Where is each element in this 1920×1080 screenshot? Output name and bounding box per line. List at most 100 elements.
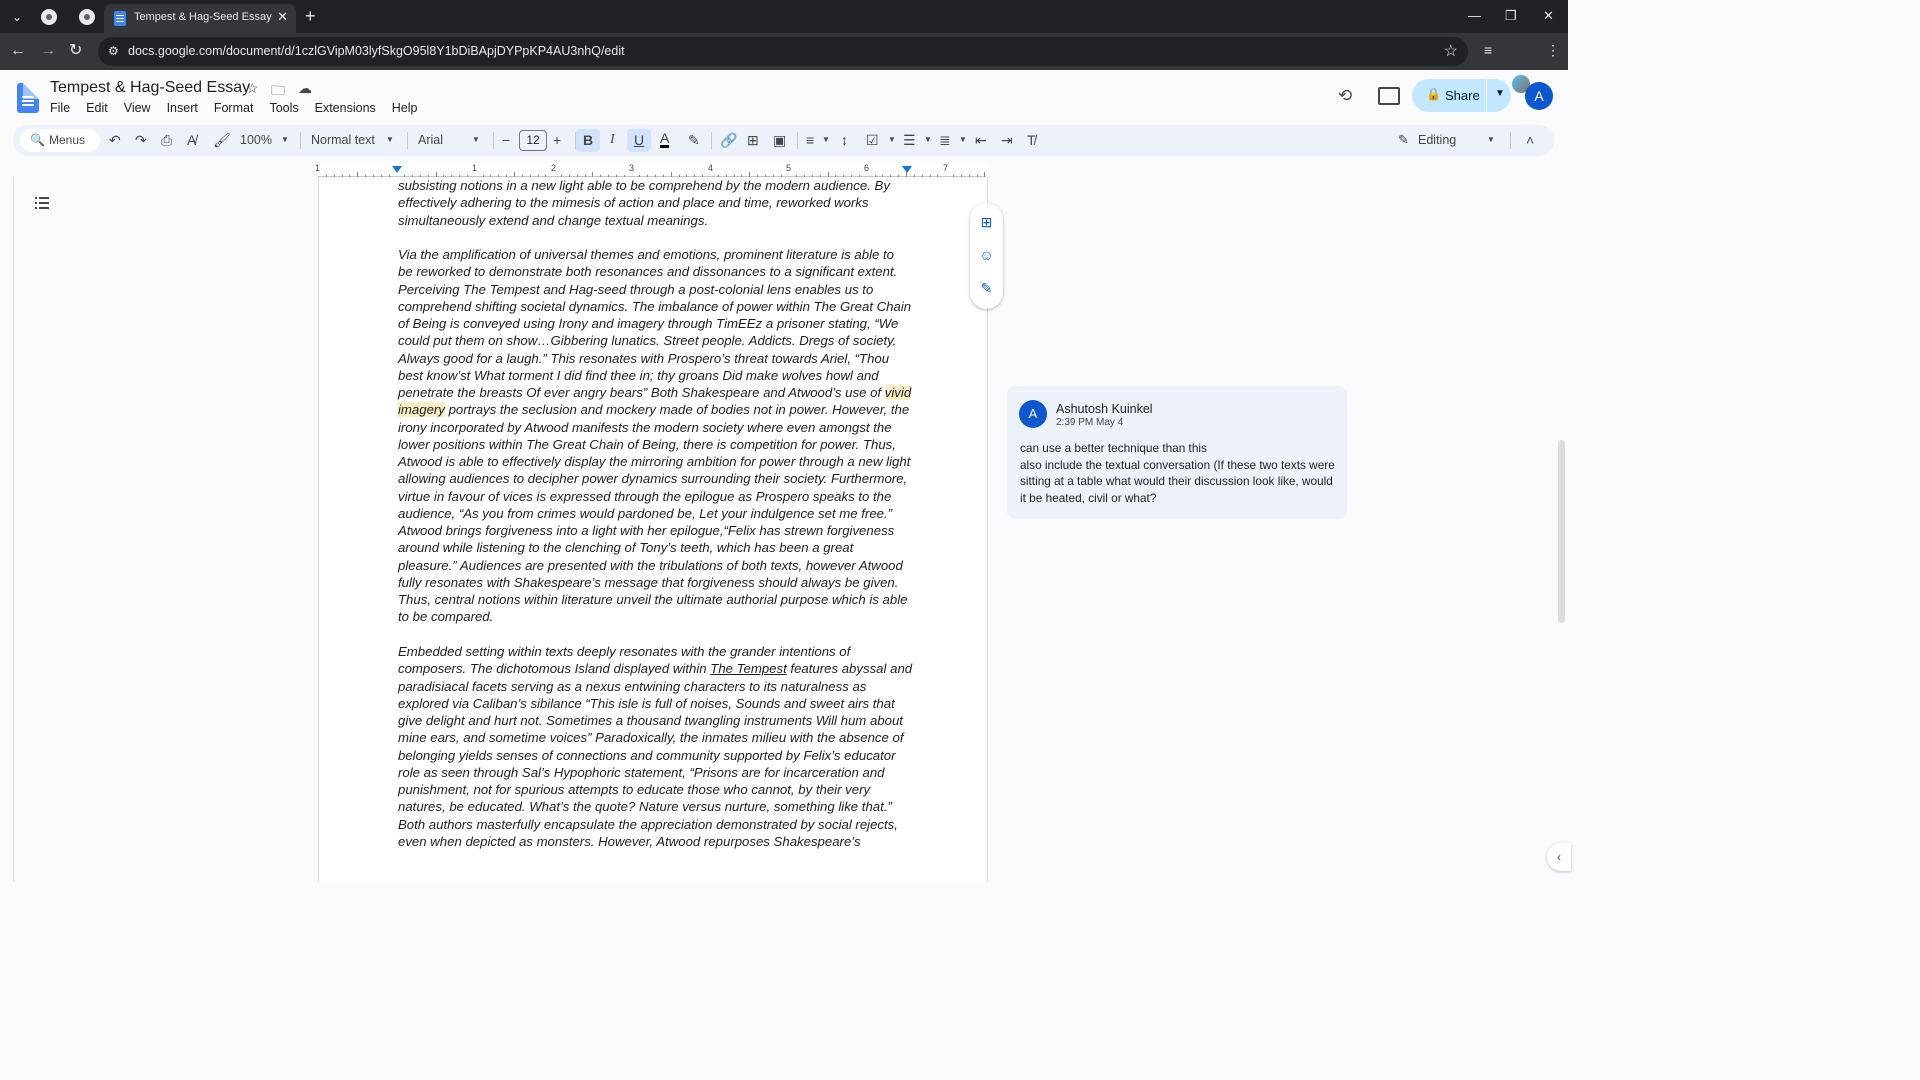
- highlight-icon[interactable]: ✎: [688, 131, 700, 149]
- account-avatar[interactable]: A: [1525, 82, 1553, 110]
- document-title[interactable]: Tempest & Hag-Seed Essay: [50, 79, 250, 97]
- right-indent-marker[interactable]: [902, 166, 912, 173]
- reload-icon[interactable]: ↻: [69, 41, 82, 61]
- ruler-number: 2: [551, 163, 557, 173]
- comment-thread[interactable]: A Ashutosh Kuinkel 2:39 PM May 4 can use…: [1007, 386, 1347, 519]
- decrease-indent-icon[interactable]: ⇤: [975, 131, 987, 149]
- text-line: to be compared.: [398, 609, 494, 625]
- document-outline-icon[interactable]: [35, 197, 49, 209]
- menus-search[interactable]: 🔍 Menus: [20, 129, 100, 152]
- checklist-icon[interactable]: ☑: [866, 131, 879, 149]
- redo-icon[interactable]: ↷: [135, 131, 147, 149]
- bulleted-list-icon[interactable]: ☰: [903, 131, 916, 149]
- minimize-icon[interactable]: —: [1468, 8, 1481, 23]
- menu-help[interactable]: Help: [392, 101, 424, 115]
- menu-tools[interactable]: Tools: [269, 101, 304, 115]
- media-control-icon[interactable]: ≡: [1484, 42, 1492, 58]
- cloud-status-icon[interactable]: ☁: [298, 80, 312, 97]
- zoom-select[interactable]: 100%: [240, 133, 272, 147]
- paragraph-2[interactable]: Via the amplification of universal theme…: [398, 246, 913, 626]
- pinned-tab-icon[interactable]: [41, 9, 57, 25]
- share-dropdown-icon[interactable]: ▼: [1495, 88, 1505, 99]
- add-emoji-reaction-icon[interactable]: ☺: [978, 247, 995, 264]
- text-line: Both authors masterfully encapsulate the…: [398, 816, 898, 832]
- left-indent-marker[interactable]: [392, 166, 402, 173]
- text-line: belonging yields senses of connections a…: [398, 747, 896, 763]
- menu-edit[interactable]: Edit: [86, 101, 114, 115]
- font-select[interactable]: Arial: [418, 133, 443, 147]
- spellcheck-icon[interactable]: A̸: [187, 131, 196, 149]
- line-spacing-icon[interactable]: ↕: [841, 131, 848, 149]
- menu-file[interactable]: File: [50, 101, 76, 115]
- menu-insert[interactable]: Insert: [167, 101, 204, 115]
- numbered-list-icon[interactable]: ≣: [939, 131, 951, 149]
- toolbar-divider: [493, 132, 494, 149]
- close-window-icon[interactable]: ✕: [1543, 8, 1554, 24]
- new-tab-button[interactable]: +: [305, 6, 316, 26]
- undo-icon[interactable]: ↶: [109, 131, 121, 149]
- paragraph-3[interactable]: Embedded setting within texts deeply res…: [398, 643, 913, 850]
- increase-font-size-icon[interactable]: +: [553, 131, 561, 149]
- tab-close-icon[interactable]: ✕: [277, 9, 288, 25]
- print-icon[interactable]: ⎙: [161, 131, 172, 149]
- ruler-number: 1: [472, 163, 478, 173]
- site-info-icon[interactable]: ⚙: [108, 44, 119, 58]
- version-history-icon[interactable]: ⟲: [1338, 86, 1352, 106]
- url-text[interactable]: docs.google.com/document/d/1czlGVipM03ly…: [128, 44, 625, 58]
- numbered-dropdown-icon[interactable]: ▼: [959, 135, 967, 144]
- url-bar[interactable]: ⚙ docs.google.com/document/d/1czlGVipM03…: [98, 37, 1468, 66]
- active-tab[interactable]: Tempest & Hag-Seed Essay - Google Docs ✕: [104, 4, 296, 33]
- commented-text[interactable]: imagery: [398, 402, 445, 418]
- decrease-font-size-icon[interactable]: −: [502, 131, 510, 149]
- font-dropdown-icon[interactable]: ▼: [472, 135, 480, 144]
- menu-view[interactable]: View: [124, 101, 157, 115]
- zoom-dropdown-icon[interactable]: ▼: [281, 135, 289, 144]
- text-color-icon[interactable]: A: [660, 131, 670, 148]
- align-icon[interactable]: ≡: [806, 131, 814, 149]
- ruler[interactable]: 1 1 2 3 4 5 6 7: [13, 163, 1554, 177]
- font-size-input[interactable]: 12: [519, 130, 547, 151]
- paint-format-icon[interactable]: 🖌: [213, 131, 231, 149]
- text-line: allowing audiences to decipher power dyn…: [398, 471, 908, 487]
- underline-icon[interactable]: U: [634, 131, 644, 149]
- scrollbar[interactable]: [1558, 440, 1565, 623]
- forward-icon[interactable]: →: [40, 41, 56, 61]
- increase-indent-icon[interactable]: ⇥: [1001, 131, 1013, 149]
- restore-icon[interactable]: ❐: [1505, 8, 1517, 24]
- share-button[interactable]: 🔒 Share ▼: [1412, 79, 1511, 112]
- italic-icon[interactable]: I: [610, 131, 615, 149]
- browser-menu-icon[interactable]: ⋮: [1546, 42, 1560, 59]
- document-page[interactable]: subsisting notions in a new light able t…: [318, 177, 988, 882]
- commented-text[interactable]: vivid: [884, 385, 912, 400]
- pinned-tab-icon[interactable]: [79, 9, 95, 25]
- collapse-menus-icon[interactable]: ˄: [1526, 131, 1534, 149]
- editing-dropdown-icon[interactable]: ▼: [1487, 135, 1495, 144]
- text-line: of Being is conveyed using Irony and ima…: [398, 316, 899, 331]
- paragraph-1[interactable]: subsisting notions in a new light able t…: [398, 177, 913, 229]
- text-run: penetrate the breasts Of ever angry bear…: [398, 385, 885, 400]
- comments-icon[interactable]: [1378, 87, 1400, 105]
- clear-formatting-icon[interactable]: T̸: [1027, 131, 1036, 149]
- add-comment-icon[interactable]: ⊞: [747, 131, 759, 149]
- style-dropdown-icon[interactable]: ▼: [386, 135, 394, 144]
- menu-format[interactable]: Format: [214, 101, 260, 115]
- side-panel-toggle-icon[interactable]: ‹: [1547, 843, 1571, 871]
- bold-icon[interactable]: B: [583, 131, 593, 149]
- insert-image-icon[interactable]: ▣: [773, 131, 786, 149]
- align-dropdown-icon[interactable]: ▼: [822, 135, 830, 144]
- tab-search-icon[interactable]: ⌄: [6, 6, 28, 28]
- text-line: pleasure.” Audiences are presented with …: [398, 557, 903, 573]
- menu-extensions[interactable]: Extensions: [315, 101, 382, 115]
- link-icon[interactable]: 🔗: [720, 131, 737, 149]
- checklist-dropdown-icon[interactable]: ▼: [888, 135, 896, 144]
- star-icon[interactable]: ☆: [246, 80, 259, 97]
- back-icon[interactable]: ←: [10, 41, 26, 61]
- bookmark-star-icon[interactable]: ☆: [1444, 41, 1458, 61]
- add-comment-icon[interactable]: ⊞: [978, 214, 995, 231]
- formatting-toolbar: 🔍 Menus ↶ ↷ ⎙ A̸ 🖌 100% ▼ Normal text ▼ …: [13, 125, 1554, 156]
- suggest-edits-icon[interactable]: ✎: [978, 280, 995, 297]
- docs-logo-icon[interactable]: [17, 83, 39, 113]
- text-line: imagery portrays the seclusion and mocke…: [398, 401, 913, 418]
- bullet-dropdown-icon[interactable]: ▼: [924, 135, 932, 144]
- style-select[interactable]: Normal text: [311, 133, 375, 147]
